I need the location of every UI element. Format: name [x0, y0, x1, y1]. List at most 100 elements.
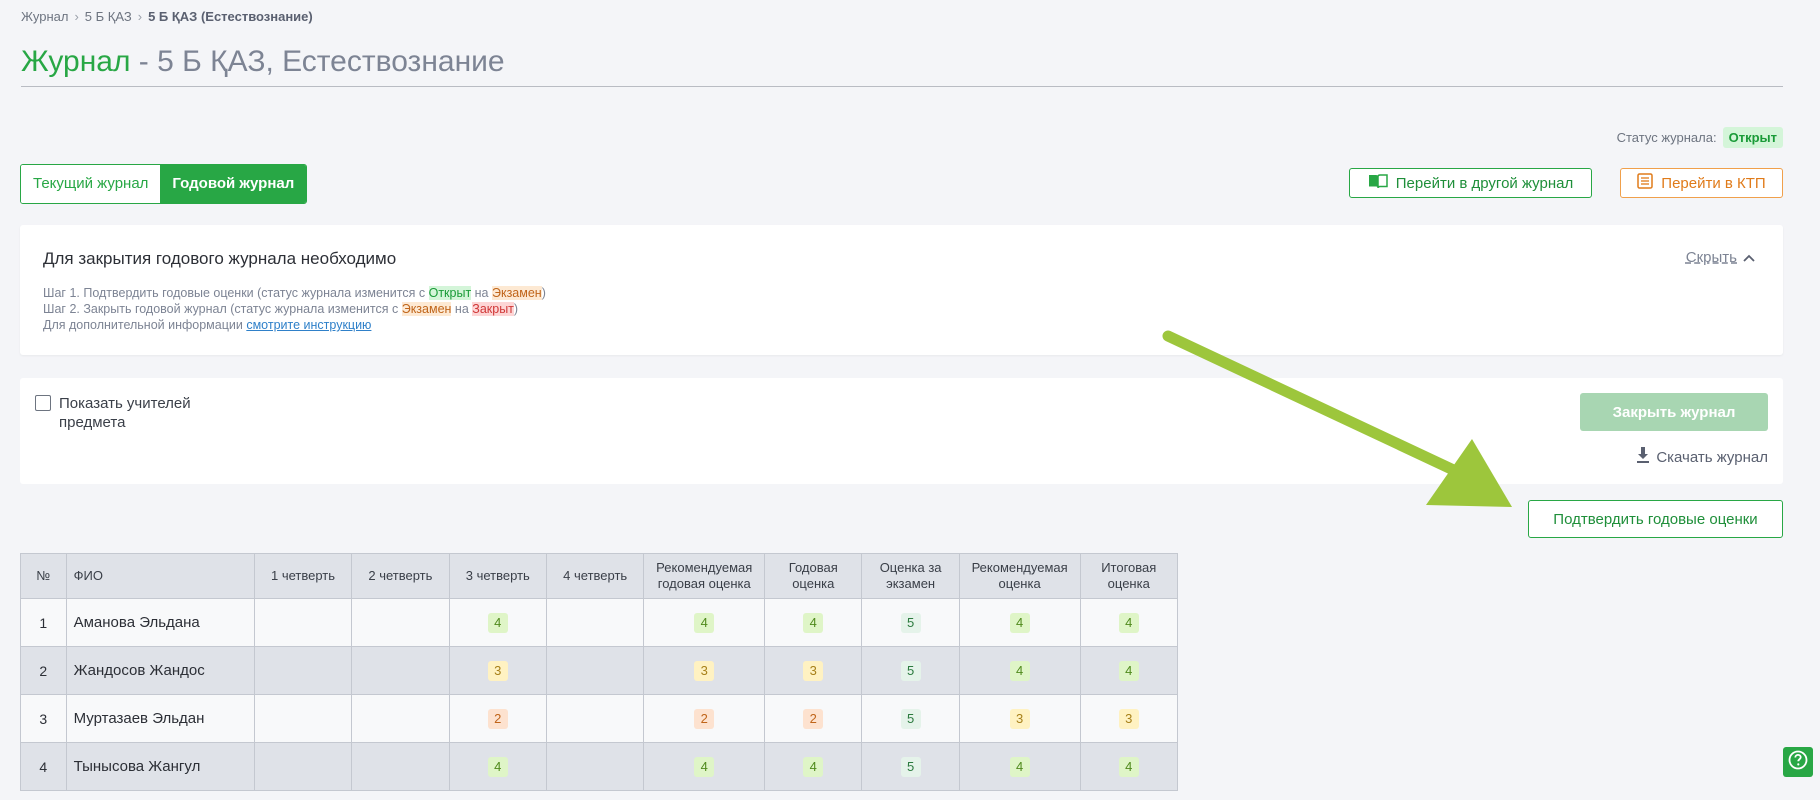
- hide-instructions-link[interactable]: Скрыть: [1686, 249, 1755, 266]
- status-closed-highlight: Закрыт: [472, 302, 514, 316]
- grade-q3[interactable]: 3: [448, 646, 547, 695]
- instructions-title: Для закрытия годового журнала необходимо: [43, 249, 397, 268]
- row-number: 2: [20, 646, 67, 695]
- status-exam-highlight: Экзамен: [401, 302, 452, 316]
- grade-recommended: 4: [958, 646, 1081, 695]
- grade-q2[interactable]: [351, 694, 450, 743]
- instruction-link[interactable]: смотрите инструкцию: [246, 318, 371, 332]
- grade-final[interactable]: 4: [1079, 598, 1178, 647]
- grade-q1[interactable]: [253, 742, 353, 791]
- chevron-right-icon: ›: [74, 9, 79, 24]
- breadcrumb-item-journal[interactable]: Журнал: [21, 9, 68, 24]
- grade-annual[interactable]: 4: [764, 598, 863, 647]
- status-badge: Открыт: [1722, 127, 1783, 148]
- col-q4: 4 четверть: [545, 553, 645, 599]
- grade-q1[interactable]: [253, 598, 353, 647]
- col-recommended-annual: Рекомендуемая годовая оценка: [643, 553, 766, 599]
- grade-exam[interactable]: 5: [861, 646, 960, 695]
- book-icon: [1368, 173, 1388, 193]
- ktp-label: Перейти в КТП: [1661, 174, 1766, 192]
- step-2: Шаг 2. Закрыть годовой журнал (статус жу…: [43, 302, 519, 316]
- grade-annual[interactable]: 2: [764, 694, 863, 743]
- col-exam: Оценка за экзамен: [861, 553, 960, 599]
- chevron-up-icon: [1743, 249, 1755, 266]
- grade-q1[interactable]: [253, 694, 353, 743]
- grade-q1[interactable]: [253, 646, 353, 695]
- row-number: 3: [20, 694, 67, 743]
- col-annual: Годовая оценка: [764, 553, 863, 599]
- col-recommended: Рекомендуемая оценка: [958, 553, 1081, 599]
- close-journal-button[interactable]: Закрыть журнал: [1580, 393, 1768, 431]
- page-title-main: Журнал: [21, 45, 131, 78]
- col-final: Итоговая оценка: [1079, 553, 1178, 599]
- confirm-annual-grades-button[interactable]: Подтвердить годовые оценки: [1528, 500, 1783, 538]
- grade-final[interactable]: 4: [1079, 646, 1178, 695]
- col-number: №: [20, 553, 67, 599]
- grade-exam[interactable]: 5: [861, 742, 960, 791]
- grade-q3[interactable]: 4: [448, 742, 547, 791]
- list-icon: [1637, 173, 1654, 193]
- col-name: ФИО: [65, 553, 255, 599]
- closing-instructions-card: Для закрытия годового журнала необходимо…: [20, 225, 1783, 355]
- hide-label: Скрыть: [1685, 249, 1737, 266]
- table-row: 1 Аманова Эльдана 4 4 4 5 4 4: [20, 598, 1178, 647]
- grade-recommended: 4: [958, 742, 1081, 791]
- breadcrumb-item-class[interactable]: 5 Б ҚАЗ: [85, 9, 132, 24]
- grade-q2[interactable]: [351, 742, 450, 791]
- download-journal-link[interactable]: Скачать журнал: [1636, 447, 1768, 467]
- grade-recommended: 4: [958, 598, 1081, 647]
- step-3: Для дополнительной информации смотрите и…: [43, 318, 372, 332]
- question-icon: [1788, 750, 1808, 775]
- show-teachers-label[interactable]: Показать учителей предмета: [59, 394, 219, 432]
- grade-final[interactable]: 4: [1079, 742, 1178, 791]
- col-q2: 2 четверть: [351, 553, 450, 599]
- page-title: Журнал - 5 Б ҚАЗ, Естествознание: [21, 44, 505, 80]
- download-label: Скачать журнал: [1656, 448, 1768, 466]
- ktp-button[interactable]: Перейти в КТП: [1620, 168, 1783, 198]
- grade-q3[interactable]: 2: [448, 694, 547, 743]
- row-number: 1: [20, 598, 67, 647]
- student-name: Аманова Эльдана: [65, 598, 255, 647]
- title-divider: [21, 86, 1783, 87]
- student-name: Тынысова Жангул: [65, 742, 255, 791]
- tab-current-journal[interactable]: Текущий журнал: [21, 165, 161, 203]
- other-journal-button[interactable]: Перейти в другой журнал: [1349, 168, 1592, 198]
- instruction-steps: Шаг 1. Подтвердить годовые оценки (стату…: [43, 285, 546, 333]
- student-name: Жандосов Жандос: [65, 646, 255, 695]
- grade-q2[interactable]: [351, 646, 450, 695]
- grade-q4[interactable]: [545, 694, 645, 743]
- grade-q4[interactable]: [545, 742, 645, 791]
- page-title-rest: - 5 Б ҚАЗ, Естествознание: [130, 45, 505, 78]
- status-open-highlight: Открыт: [428, 286, 472, 300]
- table-row: 3 Муртазаев Эльдан 2 2 2 5 3 3: [20, 694, 1178, 743]
- grade-recommended-annual: 2: [643, 694, 766, 743]
- table-header-row: № ФИО 1 четверть 2 четверть 3 четверть 4…: [20, 553, 1178, 599]
- chevron-right-icon: ›: [137, 9, 143, 24]
- grade-q3[interactable]: 4: [448, 598, 547, 647]
- table-row: 2 Жандосов Жандос 3 3 3 5 4 4: [20, 646, 1178, 695]
- grade-recommended-annual: 4: [643, 598, 766, 647]
- student-name: Муртазаев Эльдан: [65, 694, 255, 743]
- grade-recommended-annual: 4: [643, 742, 766, 791]
- tab-annual-journal[interactable]: Годовой журнал: [160, 165, 307, 203]
- col-q3: 3 четверть: [448, 553, 547, 599]
- grade-final[interactable]: 3: [1079, 694, 1178, 743]
- step-1: Шаг 1. Подтвердить годовые оценки (стату…: [43, 286, 546, 300]
- grade-annual[interactable]: 3: [764, 646, 863, 695]
- show-teachers-checkbox[interactable]: [35, 395, 51, 411]
- other-journal-label: Перейти в другой журнал: [1395, 174, 1574, 192]
- breadcrumb: Журнал › 5 Б ҚАЗ › 5 Б ҚАЗ (Естествознан…: [21, 9, 313, 24]
- journal-controls-card: Показать учителей предмета Закрыть журна…: [20, 378, 1783, 484]
- grade-exam[interactable]: 5: [861, 598, 960, 647]
- grade-exam[interactable]: 5: [861, 694, 960, 743]
- grade-q4[interactable]: [545, 598, 645, 647]
- help-button[interactable]: [1783, 747, 1813, 777]
- table-row: 4 Тынысова Жангул 4 4 4 5 4 4: [20, 742, 1178, 791]
- grade-q2[interactable]: [351, 598, 450, 647]
- journal-status: Статус журнала: Открыт: [1617, 127, 1783, 148]
- status-exam-highlight: Экзамен: [491, 286, 542, 300]
- row-number: 4: [20, 742, 67, 791]
- grade-annual[interactable]: 4: [764, 742, 863, 791]
- grades-table: № ФИО 1 четверть 2 четверть 3 четверть 4…: [20, 553, 1178, 791]
- grade-q4[interactable]: [545, 646, 645, 695]
